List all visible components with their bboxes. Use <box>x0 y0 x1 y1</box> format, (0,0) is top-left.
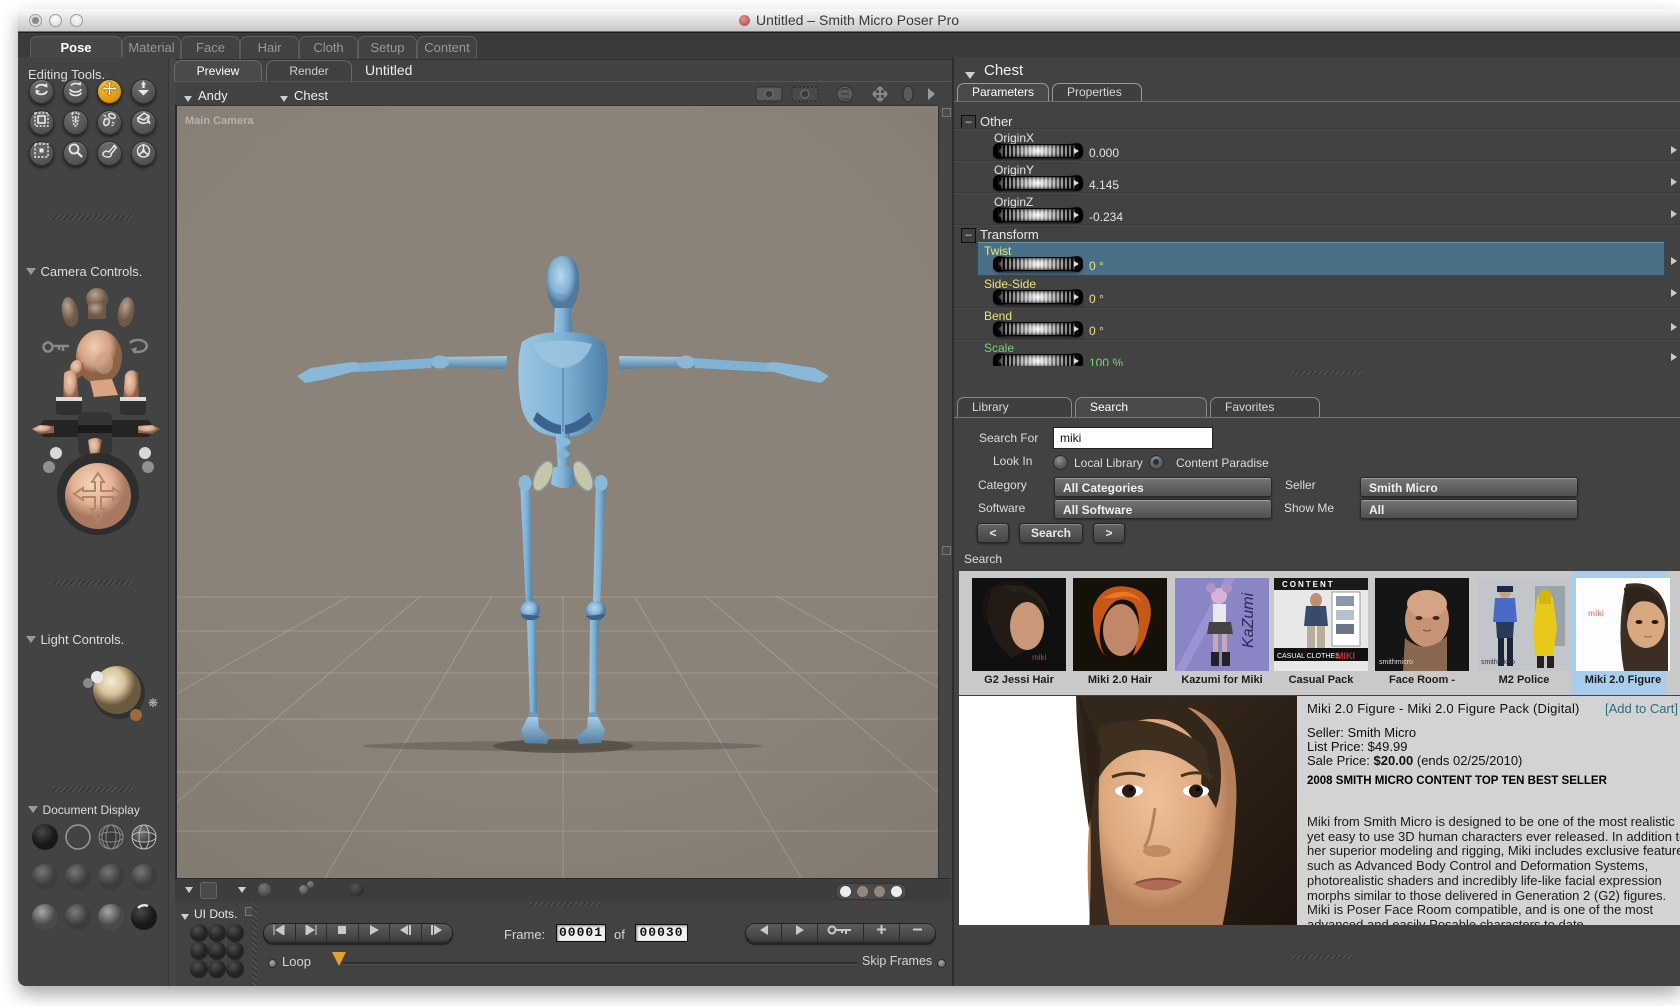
svg-text:MIKI: MIKI <box>1336 651 1355 661</box>
svg-text:miki: miki <box>1032 653 1046 662</box>
svg-text:smithmicro: smithmicro <box>1481 659 1515 666</box>
svg-text:CONTENT: CONTENT <box>1282 580 1335 589</box>
svg-text:CASUAL CLOTHES: CASUAL CLOTHES <box>1277 653 1340 660</box>
svg-text:miki: miki <box>1588 609 1604 618</box>
svg-text:❋: ❋ <box>148 696 158 710</box>
svg-text:smithmicro: smithmicro <box>1379 659 1413 666</box>
svg-text:KaZumi: KaZumi <box>1240 592 1257 648</box>
